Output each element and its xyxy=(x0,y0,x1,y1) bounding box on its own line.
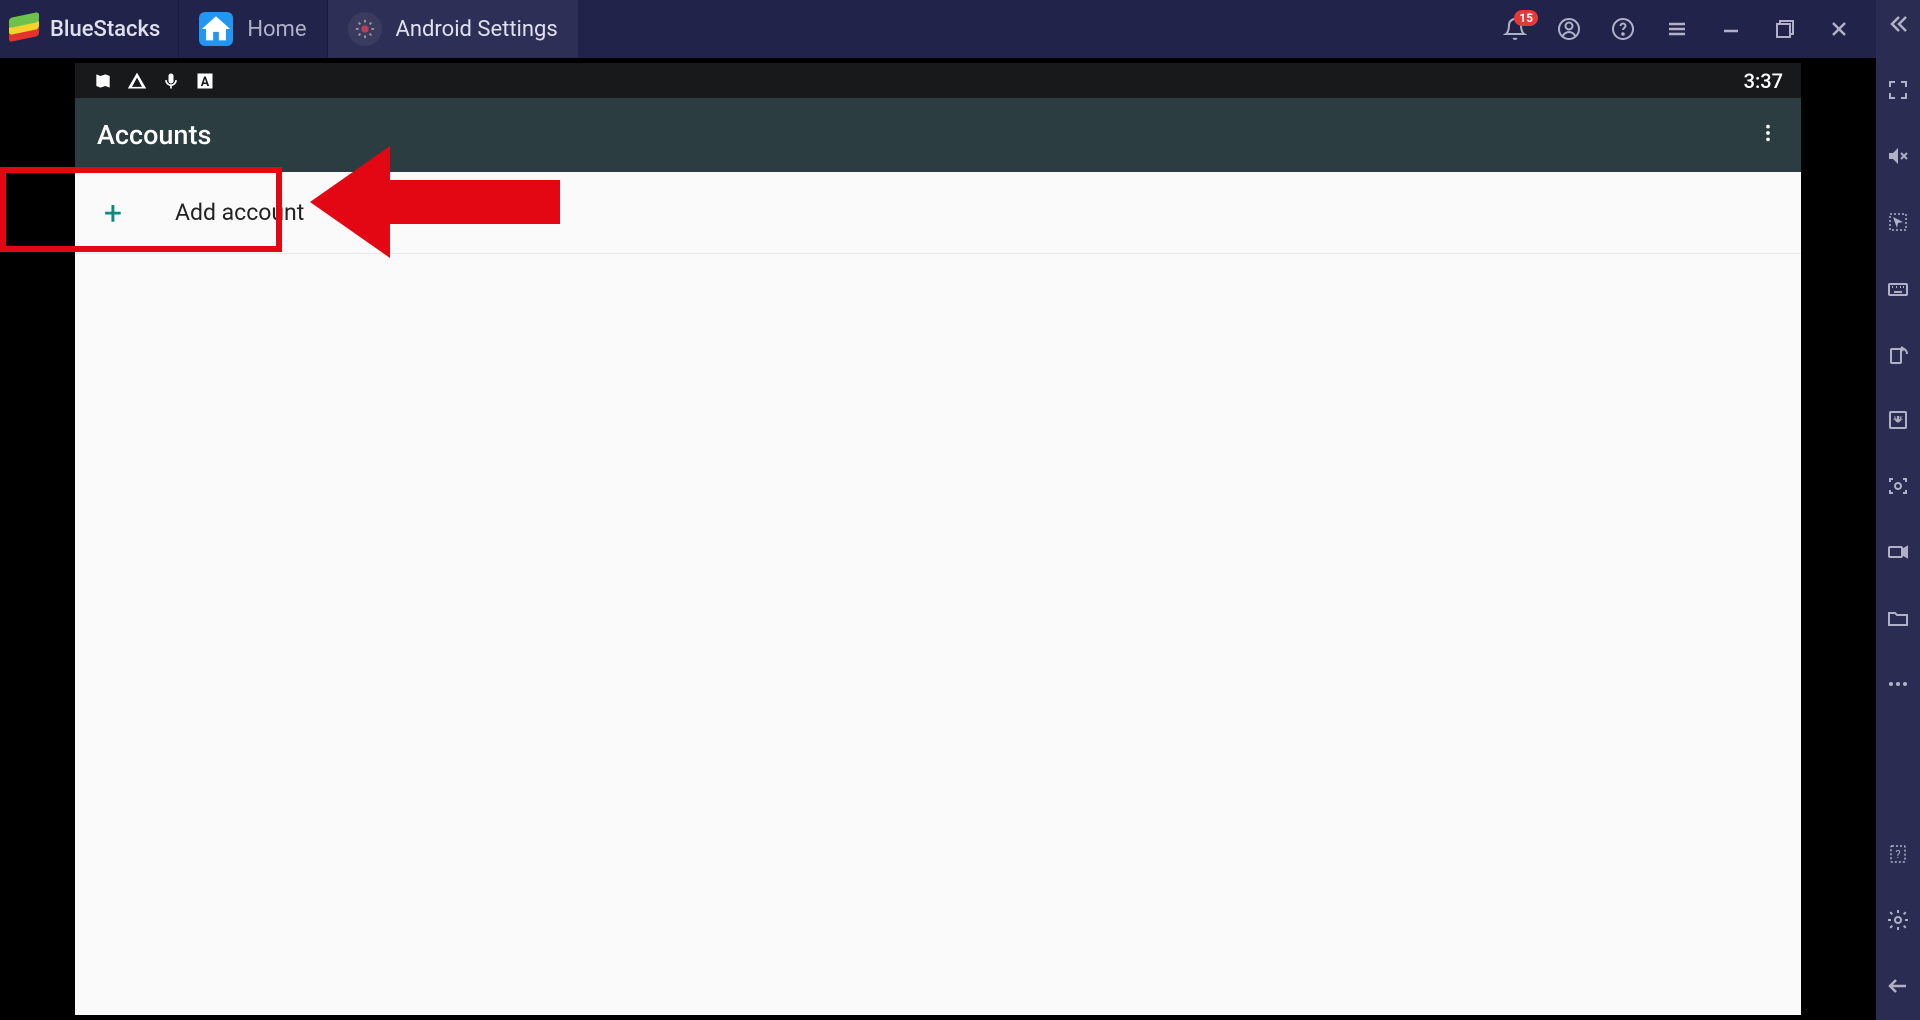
android-screen: A 3:37 Accounts + Add account xyxy=(75,63,1801,1015)
account-button[interactable] xyxy=(1556,16,1582,42)
more-icon[interactable] xyxy=(1886,672,1910,700)
tab-android-settings[interactable]: Android Settings xyxy=(328,0,578,58)
record-button[interactable] xyxy=(1886,540,1910,568)
minimize-button[interactable] xyxy=(1718,16,1744,42)
svg-text:?: ? xyxy=(1895,848,1900,861)
settings-button[interactable] xyxy=(1886,908,1910,936)
bluestacks-logo-icon xyxy=(8,15,40,43)
content-area: + Add account xyxy=(75,172,1801,1015)
side-toolbar: APK ? xyxy=(1876,0,1920,1020)
gear-icon xyxy=(348,12,382,46)
app-bar: Accounts xyxy=(75,98,1801,172)
home-icon xyxy=(199,12,233,46)
collapse-sidebar-button[interactable] xyxy=(1886,12,1910,40)
add-account-label: Add account xyxy=(175,199,304,226)
fullscreen-button[interactable] xyxy=(1886,78,1910,106)
keyboard-controls-button[interactable] xyxy=(1886,276,1910,304)
brand-title: BlueStacks xyxy=(50,17,160,42)
maximize-button[interactable] xyxy=(1772,16,1798,42)
rotate-button[interactable] xyxy=(1886,342,1910,370)
android-status-bar: A 3:37 xyxy=(75,63,1801,98)
screenshot-button[interactable] xyxy=(1886,474,1910,502)
media-folder-button[interactable] xyxy=(1886,606,1910,634)
title-bar: BlueStacks Home Android Settings 15 xyxy=(0,0,1876,58)
map-icon xyxy=(93,71,113,91)
tab-home[interactable]: Home xyxy=(178,0,327,58)
tab-settings-label: Android Settings xyxy=(396,17,558,42)
guide-button[interactable]: ? xyxy=(1886,842,1910,870)
brand: BlueStacks xyxy=(0,15,178,43)
status-time: 3:37 xyxy=(1744,69,1783,93)
letter-a-icon: A xyxy=(195,71,215,91)
mic-icon xyxy=(161,71,181,91)
warning-icon xyxy=(127,71,147,91)
notifications-button[interactable]: 15 xyxy=(1502,16,1528,42)
hamburger-menu-button[interactable] xyxy=(1664,16,1690,42)
volume-mute-button[interactable] xyxy=(1886,144,1910,172)
svg-text:APK: APK xyxy=(1893,416,1903,422)
window-controls: 15 xyxy=(1502,16,1876,42)
page-title: Accounts xyxy=(97,119,211,151)
install-apk-button[interactable]: APK xyxy=(1886,408,1910,436)
close-button[interactable] xyxy=(1826,16,1852,42)
help-button[interactable] xyxy=(1610,16,1636,42)
overflow-menu-button[interactable] xyxy=(1757,122,1779,148)
svg-text:A: A xyxy=(201,75,210,90)
notification-badge: 15 xyxy=(1514,10,1538,26)
back-button[interactable] xyxy=(1886,974,1910,1002)
add-account-row[interactable]: + Add account xyxy=(75,172,1801,254)
plus-icon: + xyxy=(101,194,125,232)
location-button[interactable] xyxy=(1886,210,1910,238)
emulator-viewport: A 3:37 Accounts + Add account xyxy=(0,58,1876,1020)
tab-home-label: Home xyxy=(247,17,306,42)
